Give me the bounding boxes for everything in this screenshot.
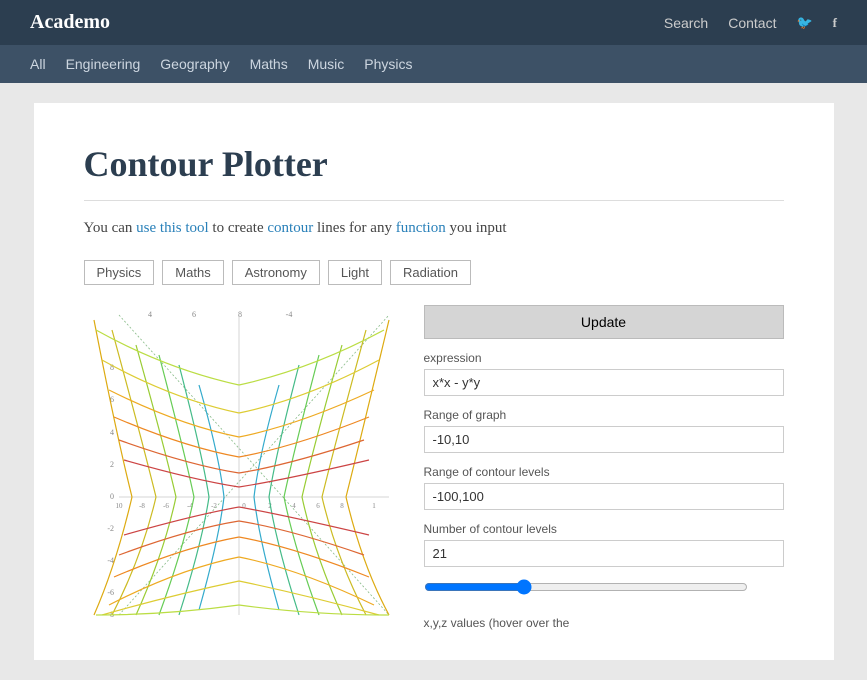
svg-text:-8: -8	[139, 502, 145, 510]
navbar: All Engineering Geography Maths Music Ph…	[0, 45, 867, 83]
svg-text:2: 2	[110, 460, 114, 469]
expression-input[interactable]	[424, 369, 784, 396]
contour-link[interactable]: contour	[267, 220, 313, 236]
contact-link[interactable]: Contact	[728, 15, 776, 31]
num-contour-label: Number of contour levels	[424, 522, 784, 536]
svg-text:-2: -2	[211, 502, 217, 510]
svg-text:-2: -2	[107, 524, 114, 533]
twitter-icon[interactable]: 🐦	[796, 15, 812, 31]
tag-light[interactable]: Light	[328, 260, 382, 285]
nav-geography[interactable]: Geography	[160, 56, 229, 72]
tag-radiation[interactable]: Radiation	[390, 260, 471, 285]
svg-text:10: 10	[115, 502, 123, 510]
num-contour-input[interactable]	[424, 540, 784, 567]
tag-maths[interactable]: Maths	[162, 260, 223, 285]
site-logo: Academo	[30, 11, 110, 34]
nav-maths[interactable]: Maths	[250, 56, 288, 72]
svg-text:-6: -6	[107, 588, 114, 597]
expression-label: expression	[424, 351, 784, 365]
xyz-label: x,y,z values (hover over the	[424, 616, 784, 630]
search-link[interactable]: Search	[664, 15, 708, 31]
contour-slider[interactable]	[424, 579, 748, 595]
range-graph-group: Range of graph	[424, 408, 784, 453]
function-link[interactable]: function	[396, 220, 446, 236]
range-graph-label: Range of graph	[424, 408, 784, 422]
svg-text:4: 4	[148, 310, 152, 319]
expression-group: expression	[424, 351, 784, 396]
svg-text:4: 4	[110, 428, 114, 437]
tag-physics[interactable]: Physics	[84, 260, 155, 285]
range-contour-group: Range of contour levels	[424, 465, 784, 510]
facebook-icon[interactable]: f	[833, 15, 837, 31]
nav-all[interactable]: All	[30, 56, 46, 72]
content-card: Contour Plotter You can use this tool to…	[34, 103, 834, 660]
plot-area: -4 8 6 4 8 6 4 2 0 -2 -4 -6 -8 10 -8	[84, 305, 784, 630]
range-contour-input[interactable]	[424, 483, 784, 510]
svg-text:1: 1	[372, 502, 376, 510]
tag-astronomy[interactable]: Astronomy	[232, 260, 320, 285]
title-divider	[84, 200, 784, 201]
svg-text:-4: -4	[285, 310, 292, 319]
use-this-tool-link[interactable]: use this tool	[136, 220, 209, 236]
svg-text:8: 8	[238, 310, 242, 319]
range-graph-input[interactable]	[424, 426, 784, 453]
svg-text:4: 4	[292, 502, 296, 510]
svg-text:-6: -6	[163, 502, 169, 510]
svg-text:6: 6	[316, 502, 320, 510]
controls-panel: Update expression Range of graph Range o…	[424, 305, 784, 630]
nav-music[interactable]: Music	[308, 56, 345, 72]
page-title: Contour Plotter	[84, 143, 784, 185]
contour-plot: -4 8 6 4 8 6 4 2 0 -2 -4 -6 -8 10 -8	[84, 305, 404, 625]
slider-group	[424, 579, 784, 600]
update-button[interactable]: Update	[424, 305, 784, 339]
svg-text:0: 0	[110, 492, 114, 501]
num-contour-group: Number of contour levels	[424, 522, 784, 567]
range-contour-label: Range of contour levels	[424, 465, 784, 479]
tags-container: Physics Maths Astronomy Light Radiation	[84, 260, 784, 285]
header: Academo Search Contact 🐦 f	[0, 0, 867, 45]
nav-physics[interactable]: Physics	[364, 56, 412, 72]
description-text: You can use this tool to create contour …	[84, 216, 784, 240]
nav-engineering[interactable]: Engineering	[66, 56, 141, 72]
header-nav: Search Contact 🐦 f	[664, 15, 837, 31]
svg-text:6: 6	[192, 310, 196, 319]
svg-text:8: 8	[340, 502, 344, 510]
main-wrapper: Contour Plotter You can use this tool to…	[0, 83, 867, 680]
